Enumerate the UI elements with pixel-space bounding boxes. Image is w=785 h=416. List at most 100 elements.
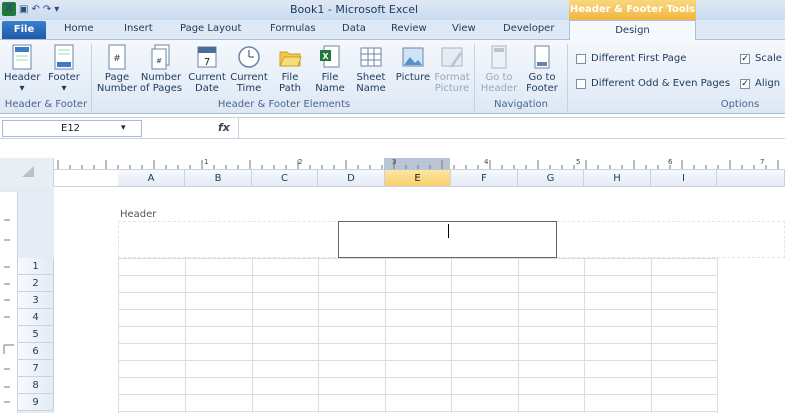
group-label-elements: Header & Footer Elements [217,99,351,110]
row-header-7[interactable]: 7 [18,360,54,377]
header-icon [12,44,32,70]
sheet-icon [360,47,382,67]
file-path-button[interactable]: File Path [272,44,308,94]
row-header-4[interactable]: 4 [18,309,54,326]
spacer [0,139,785,157]
current-time-label-2: Time [236,83,262,94]
tab-design[interactable]: Design [569,20,696,41]
formula-bar: E12 ▾ fx [0,117,785,139]
row-header-6[interactable]: 6 [18,343,54,360]
header-button[interactable]: Header ▾ [4,44,40,94]
tab-page-layout[interactable]: Page Layout [180,23,241,34]
different-odd-even-checkbox[interactable]: Different Odd & Even Pages [576,78,730,89]
quick-access-toolbar: X ▣ ↶ ↷ ▾ [2,2,59,16]
tab-home[interactable]: Home [64,23,94,34]
file-path-label-2: Path [279,83,301,94]
tab-view[interactable]: View [452,23,476,34]
vertical-ruler-ticks [3,219,14,403]
format-picture-icon [441,47,463,68]
goto-header-button[interactable]: Go to Header [478,44,520,94]
ribbon-tabs: File Home Insert Page Layout Formulas Da… [0,20,785,41]
column-header-h[interactable]: H [584,170,651,187]
undo-icon[interactable]: ↶ [31,4,39,15]
name-box[interactable]: E12 ▾ [2,120,142,137]
tab-review[interactable]: Review [391,23,427,34]
tab-file[interactable]: File [2,21,46,39]
select-all-corner[interactable] [0,158,54,187]
row-header-5[interactable]: 5 [18,326,54,343]
page-number-label-1: Page [104,72,130,83]
page-number-button[interactable]: # Page Number [96,44,138,94]
scale-label: Scale [755,53,782,64]
header-label: Header [4,72,41,83]
column-header-b[interactable]: B [185,170,252,187]
scale-checkbox[interactable]: ✓ Scale [740,53,782,64]
save-icon[interactable]: ▣ [19,4,28,15]
current-date-button[interactable]: 7 Current Date [186,44,228,94]
ruler-ticks [57,158,779,170]
number-of-pages-icon: # [151,44,170,70]
tab-formulas[interactable]: Formulas [270,23,316,34]
row-header-1[interactable]: 1 [18,258,54,275]
checkbox-box[interactable]: ✓ [740,53,750,64]
insert-function-icon[interactable]: fx [218,121,230,134]
row-header-3[interactable]: 3 [18,292,54,309]
goto-header-label-2: Header [480,83,518,94]
current-time-button[interactable]: Current Time [228,44,270,94]
format-picture-button[interactable]: Format Picture [432,44,472,94]
column-header-a[interactable]: A [118,170,185,187]
tab-data[interactable]: Data [342,23,366,34]
group-label-options: Options [720,99,760,110]
picture-icon [402,47,424,67]
sheet-name-button[interactable]: Sheet Name [352,44,390,94]
tab-developer[interactable]: Developer [503,23,554,34]
goto-footer-icon [534,45,550,69]
ruler-mark: 3 [392,158,397,166]
window-title: Book1 - Microsoft Excel [290,3,419,16]
align-checkbox[interactable]: ✓ Align [740,78,780,89]
picture-button[interactable]: Picture [393,44,433,83]
checkbox-box[interactable] [576,53,586,64]
number-of-pages-label-2: of Pages [139,83,183,94]
checkbox-box[interactable]: ✓ [740,78,750,89]
file-name-label-1: File [321,72,339,83]
column-header-i[interactable]: I [651,170,717,187]
folder-icon [279,51,302,67]
file-name-button[interactable]: X File Name [312,44,348,94]
footer-icon [54,44,74,70]
column-header-f[interactable]: F [451,170,518,187]
checkbox-box[interactable] [576,78,586,89]
cell-grid[interactable] [118,258,718,413]
different-first-page-checkbox[interactable]: Different First Page [576,53,686,64]
footer-button[interactable]: Footer ▾ [46,44,82,94]
group-separator [91,44,92,112]
row-header-8[interactable]: 8 [18,377,54,394]
current-date-label-1: Current [188,72,226,83]
text-cursor [448,224,449,238]
row-header-2[interactable]: 2 [18,275,54,292]
row-header-9[interactable]: 9 [18,394,54,411]
file-path-label-1: File [281,72,299,83]
goto-header-label-1: Go to [485,72,513,83]
number-of-pages-button[interactable]: # Number of Pages [138,44,184,94]
svg-text:#: # [113,54,121,64]
customize-toolbar-icon[interactable]: ▾ [54,4,59,15]
column-header-c[interactable]: C [252,170,318,187]
group-separator [474,44,475,112]
ribbon: Header ▾ Footer ▾ Header & Footer # Page Nu… [0,40,785,114]
formula-input[interactable] [238,118,785,138]
page-number-label-2: Number [96,83,138,94]
header-area-label: Header [120,209,157,220]
svg-text:7: 7 [204,57,210,68]
column-header-g[interactable]: G [518,170,584,187]
ruler-mark: 2 [298,158,303,166]
column-header-e[interactable]: E [385,170,451,187]
group-separator [567,44,568,112]
redo-icon[interactable]: ↷ [43,4,51,15]
goto-footer-button[interactable]: Go to Footer [520,44,564,94]
column-header-d[interactable]: D [318,170,385,187]
chevron-down-icon[interactable]: ▾ [121,121,126,136]
tab-insert[interactable]: Insert [124,23,153,34]
picture-label: Picture [395,72,431,83]
sheet-name-label-2: Name [356,83,386,94]
